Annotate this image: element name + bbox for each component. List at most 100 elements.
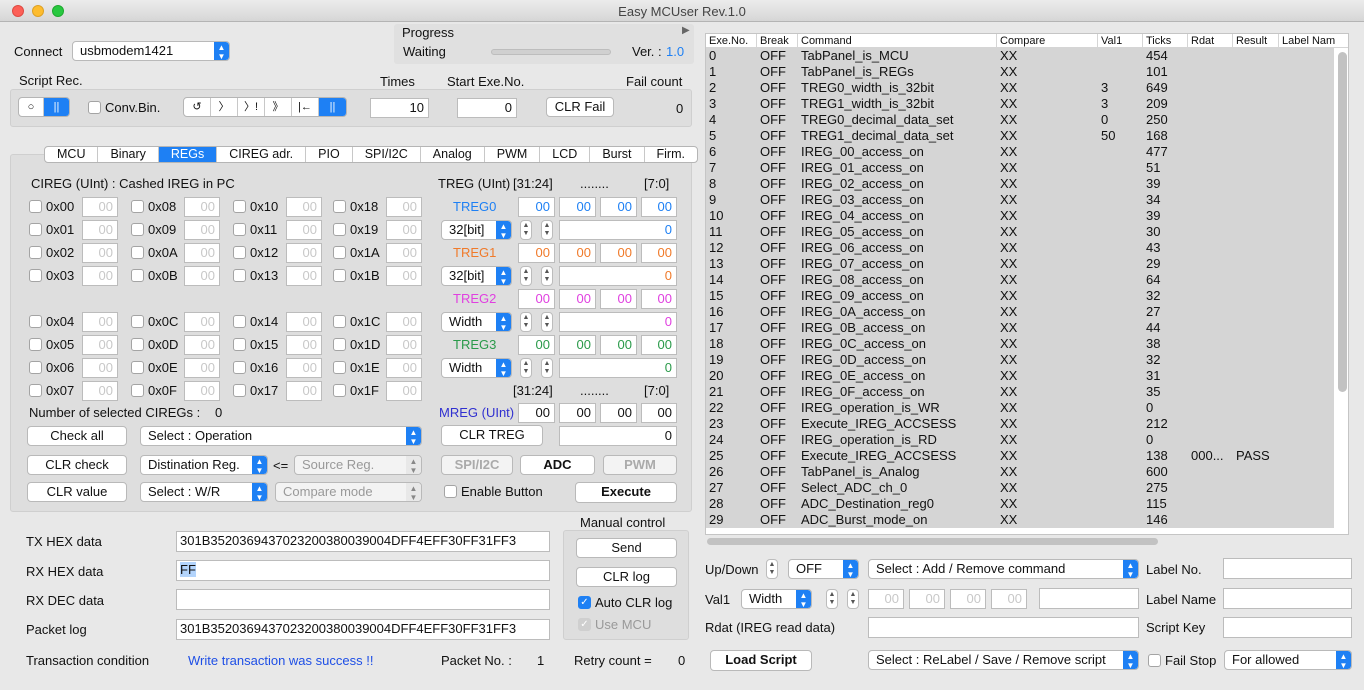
command-select[interactable]: Select : Add / Remove command ▲ ▼ bbox=[868, 559, 1139, 579]
mreg-byte-2[interactable]: 00 bbox=[559, 403, 596, 423]
val1-decimal-field[interactable] bbox=[1039, 588, 1139, 609]
record-segment[interactable]: ○ || bbox=[18, 97, 70, 117]
auto-clr-log-checkbox[interactable]: ✓ bbox=[578, 596, 591, 609]
treg1-byte-1[interactable]: 00 bbox=[600, 243, 637, 263]
cireg-value-field[interactable]: 00 bbox=[286, 220, 322, 240]
cireg-checkbox[interactable] bbox=[333, 269, 346, 282]
cireg-value-field[interactable]: 00 bbox=[286, 335, 322, 355]
tab-spi-i2c[interactable]: SPI/I2C bbox=[353, 147, 421, 162]
load-script-button[interactable]: Load Script bbox=[710, 650, 812, 671]
table-header-cell[interactable]: Rdat bbox=[1188, 34, 1233, 47]
spi-i2c-button[interactable]: SPI/I2C bbox=[441, 455, 513, 475]
script-key-field[interactable] bbox=[1223, 617, 1352, 638]
port-select[interactable]: usbmodem1421 ▲ ▼ bbox=[72, 41, 230, 61]
table-row[interactable]: 2 OFF TREG0_width_is_32bit XX 3 649 bbox=[706, 80, 1334, 96]
cireg-checkbox[interactable] bbox=[233, 269, 246, 282]
mreg-byte-1[interactable]: 00 bbox=[600, 403, 637, 423]
table-row[interactable]: 0 OFF TabPanel_is_MCU XX 454 bbox=[706, 48, 1334, 64]
cireg-value-field[interactable]: 00 bbox=[184, 358, 220, 378]
cireg-value-field[interactable]: 00 bbox=[184, 335, 220, 355]
table-vertical-scrollbar[interactable] bbox=[1338, 52, 1347, 392]
tab-analog[interactable]: Analog bbox=[421, 147, 485, 162]
treg0-byte-0[interactable]: 00 bbox=[641, 197, 677, 217]
clr-log-button[interactable]: CLR log bbox=[576, 567, 677, 587]
treg3-byte-1[interactable]: 00 bbox=[600, 335, 637, 355]
table-header-cell[interactable]: Break bbox=[757, 34, 798, 47]
treg3-byte-2[interactable]: 00 bbox=[559, 335, 596, 355]
tab-cireg-adr[interactable]: CIREG adr. bbox=[217, 147, 307, 162]
cireg-checkbox[interactable] bbox=[333, 338, 346, 351]
cireg-value-field[interactable]: 00 bbox=[286, 381, 322, 401]
treg0-decimal[interactable]: 0 bbox=[559, 220, 677, 240]
cireg-checkbox[interactable] bbox=[29, 269, 42, 282]
rdat-field[interactable] bbox=[868, 617, 1139, 638]
table-row[interactable]: 15 OFF IREG_09_access_on XX 32 bbox=[706, 288, 1334, 304]
table-row[interactable]: 1 OFF TabPanel_is_REGs XX 101 bbox=[706, 64, 1334, 80]
table-row[interactable]: 25 OFF Execute_IREG_ACCSESS XX 138 000... PASS bbox=[706, 448, 1334, 464]
treg2-byte-3[interactable]: 00 bbox=[518, 289, 555, 309]
cireg-value-field[interactable]: 00 bbox=[82, 266, 118, 286]
treg3-decimal[interactable]: 0 bbox=[559, 358, 677, 378]
val1-byte-2[interactable]: 00 bbox=[909, 589, 945, 609]
mreg-decimal[interactable]: 0 bbox=[559, 426, 677, 446]
wr-select[interactable]: Select : W/R ▲ ▼ bbox=[140, 482, 268, 502]
playback-segment[interactable]: ↺ 〉 〉! 》 |← || bbox=[183, 97, 347, 117]
cireg-checkbox[interactable] bbox=[29, 200, 42, 213]
cireg-value-field[interactable]: 00 bbox=[286, 197, 322, 217]
replay-icon[interactable]: ↺ bbox=[184, 98, 211, 116]
treg1-stepper-b[interactable]: ▲ ▼ bbox=[541, 266, 553, 286]
cireg-value-field[interactable]: 00 bbox=[386, 381, 422, 401]
cireg-value-field[interactable]: 00 bbox=[286, 358, 322, 378]
send-button[interactable]: Send bbox=[576, 538, 677, 558]
table-header-cell[interactable]: Exe.No. bbox=[706, 34, 757, 47]
cireg-value-field[interactable]: 00 bbox=[386, 220, 422, 240]
cireg-value-field[interactable]: 00 bbox=[386, 266, 422, 286]
treg3-byte-3[interactable]: 00 bbox=[518, 335, 555, 355]
cireg-checkbox[interactable] bbox=[131, 384, 144, 397]
cireg-value-field[interactable]: 00 bbox=[286, 312, 322, 332]
treg3-stepper-b[interactable]: ▲ ▼ bbox=[541, 358, 553, 378]
treg1-width-select[interactable]: 32[bit] ▲ ▼ bbox=[441, 266, 512, 286]
cireg-checkbox[interactable] bbox=[333, 315, 346, 328]
table-row[interactable]: 9 OFF IREG_03_access_on XX 34 bbox=[706, 192, 1334, 208]
treg3-width-select[interactable]: Width ▲ ▼ bbox=[441, 358, 512, 378]
cireg-value-field[interactable]: 00 bbox=[184, 312, 220, 332]
record-pause-icon[interactable]: || bbox=[44, 98, 69, 116]
tab-pwm[interactable]: PWM bbox=[485, 147, 541, 162]
clr-fail-button[interactable]: CLR Fail bbox=[546, 97, 614, 117]
pause-icon[interactable]: || bbox=[319, 98, 346, 116]
source-reg-select[interactable]: Source Reg. ▲ ▼ bbox=[294, 455, 422, 475]
table-row[interactable]: 28 OFF ADC_Destination_reg0 XX 115 bbox=[706, 496, 1334, 512]
tab-lcd[interactable]: LCD bbox=[540, 147, 591, 162]
enable-button-checkbox[interactable] bbox=[444, 485, 457, 498]
rx-hex-field[interactable]: FF bbox=[176, 560, 550, 581]
treg2-stepper-a[interactable]: ▲ ▼ bbox=[520, 312, 532, 332]
cireg-checkbox[interactable] bbox=[333, 246, 346, 259]
tab-burst[interactable]: Burst bbox=[590, 147, 645, 162]
cireg-value-field[interactable]: 00 bbox=[184, 381, 220, 401]
packet-log-field[interactable]: 301B3520369437023200380039004DFF4EFF30FF… bbox=[176, 619, 550, 640]
cireg-value-field[interactable]: 00 bbox=[82, 197, 118, 217]
table-row[interactable]: 11 OFF IREG_05_access_on XX 30 bbox=[706, 224, 1334, 240]
cireg-checkbox[interactable] bbox=[131, 338, 144, 351]
mreg-byte-3[interactable]: 00 bbox=[518, 403, 555, 423]
cireg-checkbox[interactable] bbox=[233, 338, 246, 351]
table-row[interactable]: 16 OFF IREG_0A_access_on XX 27 bbox=[706, 304, 1334, 320]
table-row[interactable]: 3 OFF TREG1_width_is_32bit XX 3 209 bbox=[706, 96, 1334, 112]
adc-button[interactable]: ADC bbox=[520, 455, 595, 475]
execute-button[interactable]: Execute bbox=[575, 482, 677, 503]
cireg-checkbox[interactable] bbox=[233, 315, 246, 328]
tx-hex-field[interactable]: 301B3520369437023200380039004DFF4EFF30FF… bbox=[176, 531, 550, 552]
table-row[interactable]: 14 OFF IREG_08_access_on XX 64 bbox=[706, 272, 1334, 288]
table-row[interactable]: 29 OFF ADC_Burst_mode_on XX 146 bbox=[706, 512, 1334, 528]
cireg-checkbox[interactable] bbox=[333, 361, 346, 374]
treg3-byte-0[interactable]: 00 bbox=[641, 335, 677, 355]
treg0-width-select[interactable]: 32[bit] ▲ ▼ bbox=[441, 220, 512, 240]
record-circle-icon[interactable]: ○ bbox=[19, 98, 44, 116]
table-row[interactable]: 21 OFF IREG_0F_access_on XX 35 bbox=[706, 384, 1334, 400]
cireg-value-field[interactable]: 00 bbox=[82, 220, 118, 240]
cireg-value-field[interactable]: 00 bbox=[286, 266, 322, 286]
cireg-checkbox[interactable] bbox=[333, 384, 346, 397]
updown-stepper[interactable]: ▲ ▼ bbox=[766, 559, 778, 579]
treg2-decimal[interactable]: 0 bbox=[559, 312, 677, 332]
